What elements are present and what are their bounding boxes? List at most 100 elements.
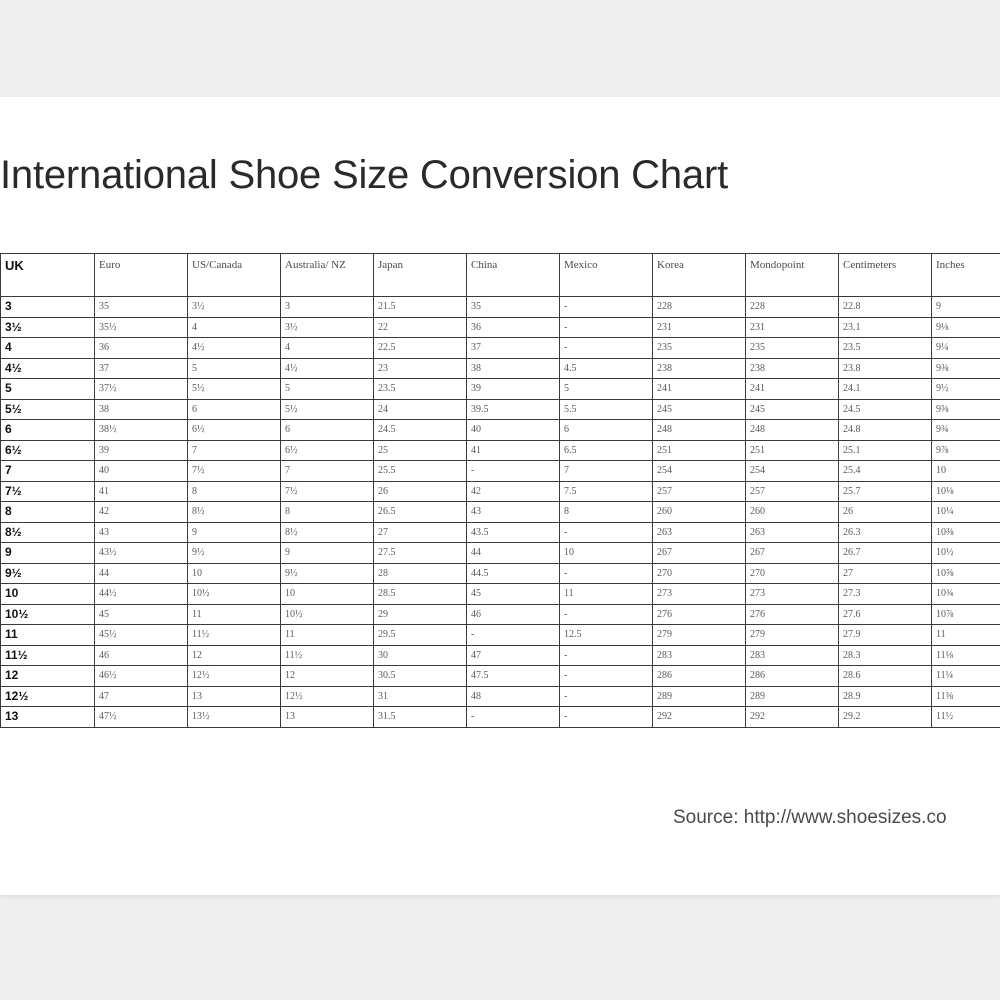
- table-cell: 27: [838, 562, 932, 584]
- table-cell: 24.1: [838, 378, 932, 400]
- table-cell: 279: [652, 624, 746, 646]
- table-cell: 27.6: [838, 603, 932, 625]
- table-cell: 7½: [280, 480, 374, 502]
- table-cell: -: [559, 644, 653, 666]
- table-cell: 6: [280, 419, 374, 441]
- table-cell: 36: [466, 316, 560, 338]
- table-cell: 23: [373, 357, 467, 379]
- table-cell: 231: [745, 316, 839, 338]
- table-cell: 11¼: [931, 665, 1000, 687]
- table-cell: 279: [745, 624, 839, 646]
- table-cell: 10½: [187, 583, 281, 605]
- table-cell: 29: [373, 603, 467, 625]
- uk-size-cell: 12: [0, 665, 95, 687]
- table-cell: 27.9: [838, 624, 932, 646]
- table-cell: 276: [745, 603, 839, 625]
- table-cell: -: [559, 603, 653, 625]
- source-citation: Source: http://www.shoesizes.co: [673, 807, 947, 828]
- table-cell: 3½: [187, 296, 281, 318]
- uk-size-cell: 6: [0, 419, 95, 441]
- table-row: 12 46½ 12½ 12 30.5 47.5-286 286 28.6 11¼: [0, 665, 1000, 687]
- table-cell: 43: [466, 501, 560, 523]
- table-cell: 43½: [94, 542, 188, 564]
- table-cell: 44½: [94, 583, 188, 605]
- table-cell: 47½: [94, 706, 188, 728]
- column-header-uk: UK: [0, 253, 95, 297]
- column-header-korea: Korea: [652, 253, 746, 297]
- table-cell: 5: [187, 357, 281, 379]
- table-cell: 10½: [931, 542, 1000, 564]
- shoe-size-table: UK Euro US/Canada Australia/ NZ Japan Ch…: [0, 253, 1000, 728]
- table-cell: 9⅝: [931, 398, 1000, 420]
- table-cell: 38: [466, 357, 560, 379]
- table-cell: 245: [652, 398, 746, 420]
- table-cell: 24.5: [838, 398, 932, 420]
- table-cell: 5½: [187, 378, 281, 400]
- table-cell: 273: [652, 583, 746, 605]
- column-header-us-canada: US/Canada: [187, 253, 281, 297]
- table-cell: 22.5: [373, 337, 467, 359]
- table-cell: -: [466, 624, 560, 646]
- table-cell: 251: [652, 439, 746, 461]
- table-cell: 23.8: [838, 357, 932, 379]
- uk-size-cell: 11½: [0, 644, 95, 666]
- table-cell: 10: [280, 583, 374, 605]
- uk-size-cell: 10½: [0, 603, 95, 625]
- table-cell: 7.5: [559, 480, 653, 502]
- table-cell: 228: [745, 296, 839, 318]
- table-cell: 26.5: [373, 501, 467, 523]
- table-cell: 12½: [280, 685, 374, 707]
- table-cell: -: [559, 685, 653, 707]
- table-cell: 23.1: [838, 316, 932, 338]
- table-cell: 27.5: [373, 542, 467, 564]
- table-cell: 289: [652, 685, 746, 707]
- table-cell: 11⅜: [931, 685, 1000, 707]
- uk-size-cell: 7½: [0, 480, 95, 502]
- table-cell: 13: [280, 706, 374, 728]
- table-cell: -: [559, 706, 653, 728]
- table-cell: 11: [931, 624, 1000, 646]
- table-cell: 28: [373, 562, 467, 584]
- uk-size-cell: 8: [0, 501, 95, 523]
- table-cell: 6: [187, 398, 281, 420]
- table-cell: -: [466, 706, 560, 728]
- table-cell: 37: [466, 337, 560, 359]
- table-cell: 248: [745, 419, 839, 441]
- table-cell: 46: [466, 603, 560, 625]
- table-cell: 10⅝: [931, 562, 1000, 584]
- uk-size-cell: 4½: [0, 357, 95, 379]
- table-cell: 283: [652, 644, 746, 666]
- table-cell: 4½: [280, 357, 374, 379]
- table-cell: 40: [466, 419, 560, 441]
- table-cell: 238: [652, 357, 746, 379]
- table-cell: 10: [559, 542, 653, 564]
- table-cell: 267: [745, 542, 839, 564]
- table-cell: 235: [652, 337, 746, 359]
- table-cell: 27: [373, 521, 467, 543]
- table-cell: 289: [745, 685, 839, 707]
- table-cell: 25.1: [838, 439, 932, 461]
- table-body: 3 35 3½ 3 21.5 35-228 228 22.8 9 3½ 35½ 4 3½ 22 36-231…: [0, 296, 1000, 728]
- table-cell: 11: [187, 603, 281, 625]
- table-cell: 30: [373, 644, 467, 666]
- table-cell: 292: [652, 706, 746, 728]
- table-cell: 245: [745, 398, 839, 420]
- table-cell: 9: [280, 542, 374, 564]
- table-cell: 254: [745, 460, 839, 482]
- table-cell: 41: [94, 480, 188, 502]
- table-cell: 5½: [280, 398, 374, 420]
- table-cell: 42: [466, 480, 560, 502]
- table-cell: 43: [94, 521, 188, 543]
- table-cell: 6½: [187, 419, 281, 441]
- table-cell: 286: [652, 665, 746, 687]
- table-cell: 44: [466, 542, 560, 564]
- table-cell: 10: [931, 460, 1000, 482]
- table-cell: 38½: [94, 419, 188, 441]
- table-cell: 10⅞: [931, 603, 1000, 625]
- table-cell: 9¼: [931, 337, 1000, 359]
- table-cell: 283: [745, 644, 839, 666]
- table-cell: 41: [466, 439, 560, 461]
- table-row: 12½ 47 13 12½ 31 48-289 289 28.9 11⅜: [0, 685, 1000, 707]
- table-cell: 28.6: [838, 665, 932, 687]
- table-cell: 26: [373, 480, 467, 502]
